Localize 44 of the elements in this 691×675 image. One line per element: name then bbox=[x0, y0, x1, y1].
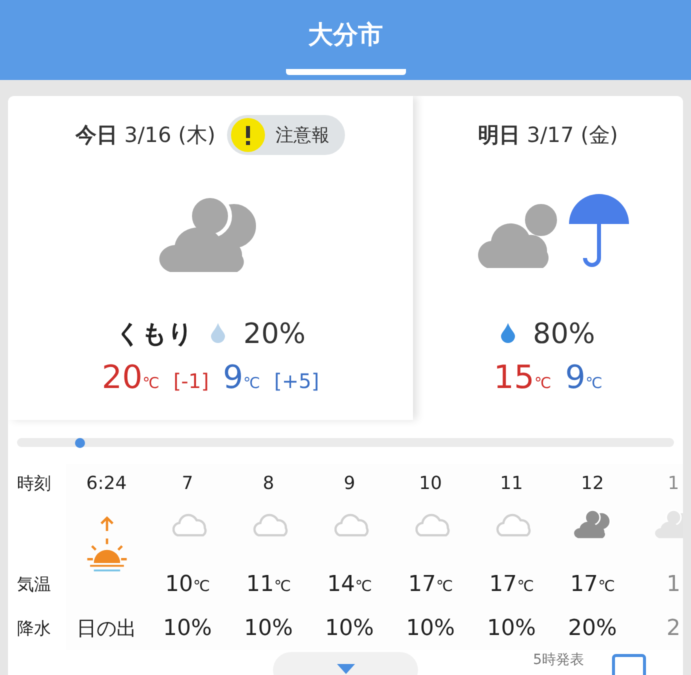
raindrop-icon bbox=[211, 323, 226, 343]
hour-label: 7 bbox=[182, 472, 194, 494]
hour-label: 9 bbox=[344, 472, 356, 494]
hour-precip: 10% bbox=[325, 616, 374, 640]
row-label: 時刻 bbox=[17, 472, 52, 494]
hour-precip: 10% bbox=[487, 616, 536, 640]
high-temp: 15℃ bbox=[494, 358, 552, 396]
date-label: 今日 3/16 (木) bbox=[76, 122, 216, 149]
low-temp: 9℃ bbox=[565, 358, 602, 396]
hour-label: 1 bbox=[668, 472, 680, 494]
low-temp: 9℃ bbox=[222, 358, 260, 396]
alert-badge[interactable]: 注意報 bbox=[227, 115, 346, 155]
precip-chance: 20% bbox=[243, 316, 306, 350]
caret-icon bbox=[336, 664, 354, 674]
hour-label: 12 bbox=[581, 472, 604, 494]
hour-temp: 14℃ bbox=[327, 572, 372, 596]
issued-time: 5時発表 bbox=[533, 652, 584, 668]
hour-precip: 10% bbox=[163, 616, 212, 640]
hour-temp: 1 bbox=[666, 572, 680, 596]
hour-precip: 2 bbox=[666, 616, 680, 640]
precip-chance: 80% bbox=[532, 316, 596, 350]
warning-icon bbox=[231, 118, 266, 152]
high-diff: [-1] bbox=[173, 369, 209, 393]
row-label: 降水 bbox=[17, 618, 52, 640]
hour-precip: 10% bbox=[244, 616, 293, 640]
hour-temp: 17℃ bbox=[489, 572, 534, 596]
hour-temp: 10℃ bbox=[165, 572, 210, 596]
hour-precip: 日の出 bbox=[76, 614, 136, 642]
timeline-thumb[interactable] bbox=[75, 438, 86, 448]
hour-label: 10 bbox=[419, 472, 442, 494]
low-diff: [+5] bbox=[274, 369, 320, 393]
hour-temp: 17℃ bbox=[408, 572, 453, 596]
row-label: 気温 bbox=[17, 574, 52, 596]
hour-precip: 10% bbox=[406, 616, 455, 640]
high-temp: 20℃ bbox=[102, 358, 160, 396]
condition-text: くもり bbox=[115, 318, 194, 350]
hour-temp: 17℃ bbox=[570, 572, 615, 596]
hour-label: 8 bbox=[262, 472, 274, 494]
date-label: 明日 3/17 (金) bbox=[478, 122, 618, 149]
hour-temp: 11℃ bbox=[246, 572, 291, 596]
raindrop-icon bbox=[500, 323, 515, 343]
hour-label: 6:24 bbox=[86, 472, 127, 494]
hour-precip: 20% bbox=[568, 616, 617, 640]
hour-label: 11 bbox=[500, 472, 523, 494]
